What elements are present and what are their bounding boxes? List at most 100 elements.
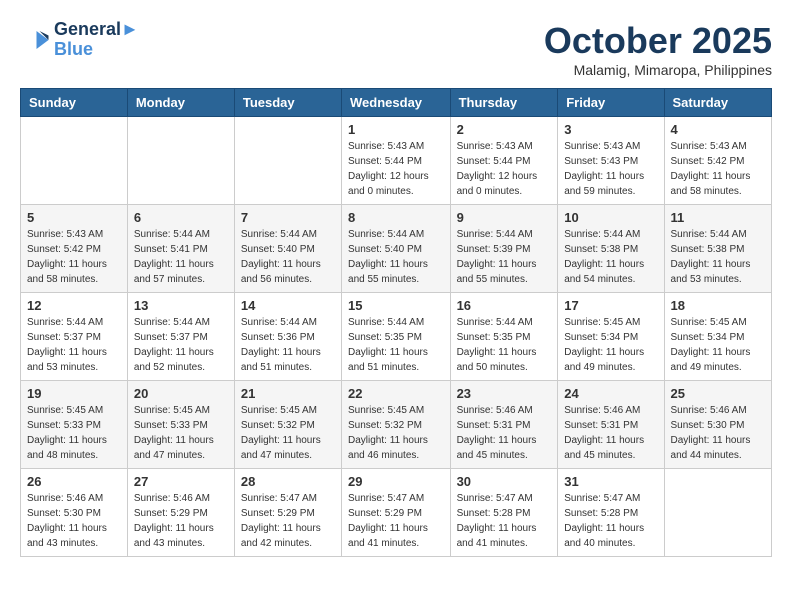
- column-header-tuesday: Tuesday: [234, 89, 341, 117]
- day-info: Sunrise: 5:43 AMSunset: 5:43 PMDaylight:…: [564, 139, 657, 199]
- page-header: General► Blue October 2025 Malamig, Mima…: [20, 20, 772, 78]
- calendar-cell: 9 Sunrise: 5:44 AMSunset: 5:39 PMDaylight…: [450, 205, 558, 293]
- calendar-cell: [234, 117, 341, 205]
- day-number: 30: [457, 474, 552, 489]
- day-info: Sunrise: 5:44 AMSunset: 5:35 PMDaylight:…: [457, 315, 552, 375]
- calendar-cell: 23 Sunrise: 5:46 AMSunset: 5:31 PMDayligh…: [450, 381, 558, 469]
- day-number: 13: [134, 298, 228, 313]
- day-info: Sunrise: 5:46 AMSunset: 5:30 PMDaylight:…: [27, 491, 121, 551]
- day-number: 31: [564, 474, 657, 489]
- day-number: 26: [27, 474, 121, 489]
- column-header-saturday: Saturday: [664, 89, 771, 117]
- calendar-cell: 30 Sunrise: 5:47 AMSunset: 5:28 PMDayligh…: [450, 469, 558, 557]
- day-info: Sunrise: 5:44 AMSunset: 5:36 PMDaylight:…: [241, 315, 335, 375]
- day-info: Sunrise: 5:43 AMSunset: 5:44 PMDaylight:…: [348, 139, 444, 199]
- day-number: 5: [27, 210, 121, 225]
- day-number: 8: [348, 210, 444, 225]
- day-number: 15: [348, 298, 444, 313]
- day-number: 18: [671, 298, 765, 313]
- day-number: 10: [564, 210, 657, 225]
- calendar-cell: 15 Sunrise: 5:44 AMSunset: 5:35 PMDayligh…: [342, 293, 451, 381]
- day-number: 7: [241, 210, 335, 225]
- day-number: 20: [134, 386, 228, 401]
- calendar-cell: 22 Sunrise: 5:45 AMSunset: 5:32 PMDayligh…: [342, 381, 451, 469]
- day-number: 17: [564, 298, 657, 313]
- day-number: 9: [457, 210, 552, 225]
- day-number: 21: [241, 386, 335, 401]
- calendar-cell: [127, 117, 234, 205]
- calendar-cell: 13Sunrise: 5:44 AMSunset: 5:37 PMDayligh…: [127, 293, 234, 381]
- day-number: 2: [457, 122, 552, 137]
- day-number: 1: [348, 122, 444, 137]
- calendar-cell: 4Sunrise: 5:43 AMSunset: 5:42 PMDaylight…: [664, 117, 771, 205]
- day-number: 14: [241, 298, 335, 313]
- column-header-monday: Monday: [127, 89, 234, 117]
- calendar-cell: 28 Sunrise: 5:47 AMSunset: 5:29 PMDayligh…: [234, 469, 341, 557]
- calendar-cell: 5 Sunrise: 5:43 AMSunset: 5:42 PMDaylight…: [21, 205, 128, 293]
- calendar-cell: 3 Sunrise: 5:43 AMSunset: 5:43 PMDaylight…: [558, 117, 664, 205]
- calendar-cell: 26 Sunrise: 5:46 AMSunset: 5:30 PMDayligh…: [21, 469, 128, 557]
- calendar-cell: 14 Sunrise: 5:44 AMSunset: 5:36 PMDayligh…: [234, 293, 341, 381]
- day-info: Sunrise: 5:46 AMSunset: 5:31 PMDaylight:…: [457, 403, 552, 463]
- day-number: 16: [457, 298, 552, 313]
- day-info: Sunrise: 5:45 AMSunset: 5:32 PMDaylight:…: [348, 403, 444, 463]
- day-info: Sunrise: 5:44 AMSunset: 5:41 PMDaylight:…: [134, 227, 228, 287]
- calendar-header-row: SundayMondayTuesdayWednesdayThursdayFrid…: [21, 89, 772, 117]
- calendar-week-row: 26 Sunrise: 5:46 AMSunset: 5:30 PMDayligh…: [21, 469, 772, 557]
- calendar-cell: 18 Sunrise: 5:45 AMSunset: 5:34 PMDayligh…: [664, 293, 771, 381]
- calendar-cell: 20 Sunrise: 5:45 AMSunset: 5:33 PMDayligh…: [127, 381, 234, 469]
- calendar-cell: 10 Sunrise: 5:44 AMSunset: 5:38 PMDayligh…: [558, 205, 664, 293]
- calendar-cell: 17 Sunrise: 5:45 AMSunset: 5:34 PMDayligh…: [558, 293, 664, 381]
- month-title: October 2025: [544, 20, 772, 62]
- day-number: 3: [564, 122, 657, 137]
- calendar-cell: 21 Sunrise: 5:45 AMSunset: 5:32 PMDayligh…: [234, 381, 341, 469]
- title-block: October 2025 Malamig, Mimaropa, Philippi…: [544, 20, 772, 78]
- day-number: 6: [134, 210, 228, 225]
- day-info: Sunrise: 5:46 AMSunset: 5:30 PMDaylight:…: [671, 403, 765, 463]
- day-info: Sunrise: 5:47 AMSunset: 5:28 PMDaylight:…: [457, 491, 552, 551]
- day-number: 22: [348, 386, 444, 401]
- calendar-week-row: 5 Sunrise: 5:43 AMSunset: 5:42 PMDaylight…: [21, 205, 772, 293]
- calendar-cell: 2 Sunrise: 5:43 AMSunset: 5:44 PMDaylight…: [450, 117, 558, 205]
- calendar-week-row: 19Sunrise: 5:45 AMSunset: 5:33 PMDayligh…: [21, 381, 772, 469]
- logo: General► Blue: [20, 20, 139, 60]
- calendar-cell: 29Sunrise: 5:47 AMSunset: 5:29 PMDayligh…: [342, 469, 451, 557]
- day-info: Sunrise: 5:44 AMSunset: 5:39 PMDaylight:…: [457, 227, 552, 287]
- day-info: Sunrise: 5:45 AMSunset: 5:33 PMDaylight:…: [134, 403, 228, 463]
- day-info: Sunrise: 5:44 AMSunset: 5:35 PMDaylight:…: [348, 315, 444, 375]
- day-info: Sunrise: 5:44 AMSunset: 5:40 PMDaylight:…: [241, 227, 335, 287]
- day-info: Sunrise: 5:44 AMSunset: 5:38 PMDaylight:…: [564, 227, 657, 287]
- calendar-cell: [21, 117, 128, 205]
- day-number: 25: [671, 386, 765, 401]
- calendar-cell: 24Sunrise: 5:46 AMSunset: 5:31 PMDayligh…: [558, 381, 664, 469]
- day-info: Sunrise: 5:45 AMSunset: 5:32 PMDaylight:…: [241, 403, 335, 463]
- calendar-cell: 31Sunrise: 5:47 AMSunset: 5:28 PMDayligh…: [558, 469, 664, 557]
- calendar-cell: 11Sunrise: 5:44 AMSunset: 5:38 PMDayligh…: [664, 205, 771, 293]
- calendar-cell: 25 Sunrise: 5:46 AMSunset: 5:30 PMDayligh…: [664, 381, 771, 469]
- day-info: Sunrise: 5:45 AMSunset: 5:34 PMDaylight:…: [671, 315, 765, 375]
- calendar-cell: 19Sunrise: 5:45 AMSunset: 5:33 PMDayligh…: [21, 381, 128, 469]
- day-number: 28: [241, 474, 335, 489]
- day-number: 27: [134, 474, 228, 489]
- day-info: Sunrise: 5:43 AMSunset: 5:44 PMDaylight:…: [457, 139, 552, 199]
- day-info: Sunrise: 5:43 AMSunset: 5:42 PMDaylight:…: [27, 227, 121, 287]
- calendar-cell: 1 Sunrise: 5:43 AMSunset: 5:44 PMDaylight…: [342, 117, 451, 205]
- day-info: Sunrise: 5:47 AMSunset: 5:29 PMDaylight:…: [241, 491, 335, 551]
- day-number: 24: [564, 386, 657, 401]
- logo-icon: [20, 25, 50, 55]
- logo-text: General► Blue: [54, 20, 139, 60]
- day-number: 4: [671, 122, 765, 137]
- day-number: 29: [348, 474, 444, 489]
- day-info: Sunrise: 5:45 AMSunset: 5:34 PMDaylight:…: [564, 315, 657, 375]
- day-number: 23: [457, 386, 552, 401]
- column-header-sunday: Sunday: [21, 89, 128, 117]
- column-header-friday: Friday: [558, 89, 664, 117]
- calendar-cell: 7 Sunrise: 5:44 AMSunset: 5:40 PMDaylight…: [234, 205, 341, 293]
- location-subtitle: Malamig, Mimaropa, Philippines: [544, 62, 772, 78]
- day-info: Sunrise: 5:44 AMSunset: 5:38 PMDaylight:…: [671, 227, 765, 287]
- calendar-cell: 8 Sunrise: 5:44 AMSunset: 5:40 PMDaylight…: [342, 205, 451, 293]
- day-info: Sunrise: 5:44 AMSunset: 5:40 PMDaylight:…: [348, 227, 444, 287]
- calendar-week-row: 12Sunrise: 5:44 AMSunset: 5:37 PMDayligh…: [21, 293, 772, 381]
- calendar-cell: [664, 469, 771, 557]
- calendar-cell: 12Sunrise: 5:44 AMSunset: 5:37 PMDayligh…: [21, 293, 128, 381]
